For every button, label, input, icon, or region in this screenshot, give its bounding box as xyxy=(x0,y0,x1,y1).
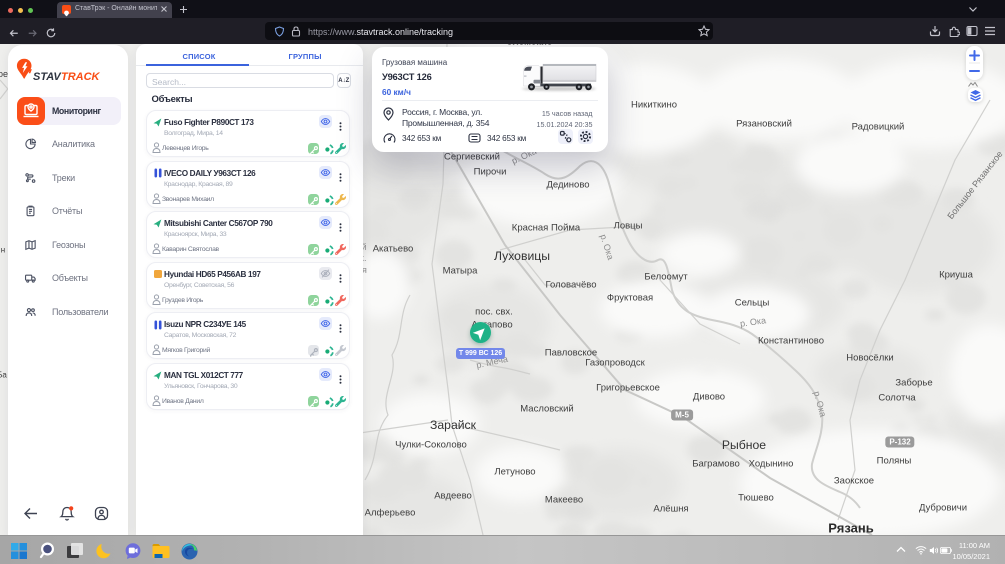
svg-text:STAV: STAV xyxy=(33,71,62,82)
svg-text:TRACK: TRACK xyxy=(61,71,101,82)
